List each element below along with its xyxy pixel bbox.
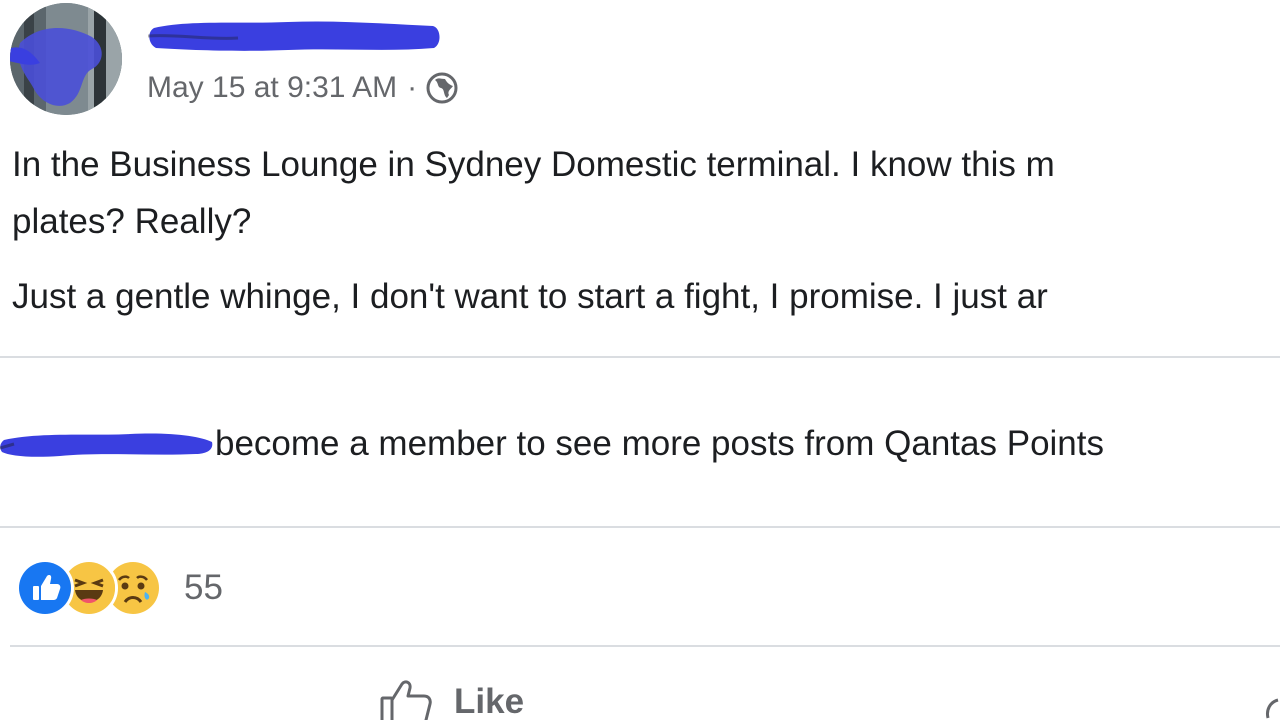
- member-name-redacted: [0, 420, 215, 468]
- divider: [0, 526, 1280, 528]
- like-reaction-icon: [16, 559, 74, 617]
- member-notice: become a member to see more posts from Q…: [0, 420, 1104, 468]
- post-text-line: plates? Really?: [12, 202, 252, 241]
- avatar[interactable]: [10, 3, 122, 115]
- member-notice-text: become a member to see more posts from Q…: [215, 424, 1104, 463]
- reaction-count[interactable]: 55: [184, 568, 223, 608]
- reactions-summary[interactable]: 55: [16, 559, 223, 617]
- post-text-line: Just a gentle whinge, I don't want to st…: [12, 277, 1048, 316]
- post-meta: May 15 at 9:31 AM ·: [147, 68, 459, 108]
- divider: [10, 645, 1280, 647]
- post-timestamp[interactable]: May 15 at 9:31 AM: [147, 71, 397, 105]
- author-name-redacted[interactable]: [148, 14, 443, 56]
- like-button[interactable]: Like: [378, 676, 524, 720]
- globe-icon[interactable]: [425, 71, 459, 105]
- divider: [0, 356, 1280, 358]
- facebook-post: May 15 at 9:31 AM · In the Business Loun…: [0, 0, 1280, 720]
- post-text-line: In the Business Lounge in Sydney Domesti…: [12, 145, 1055, 184]
- thumbs-up-icon: [380, 680, 432, 720]
- comment-icon[interactable]: [1262, 690, 1280, 720]
- meta-separator: ·: [407, 71, 418, 104]
- like-button-label: Like: [454, 682, 525, 720]
